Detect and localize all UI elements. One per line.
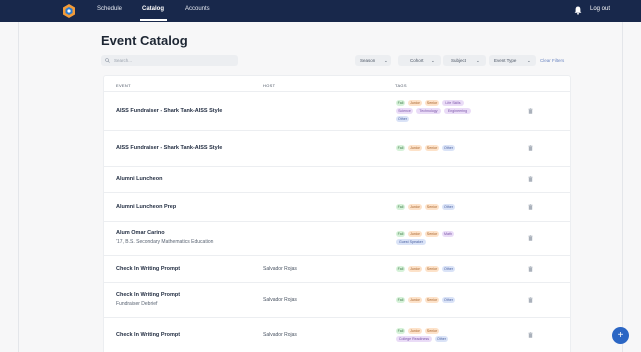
trash-icon[interactable] xyxy=(528,265,533,272)
tag-chip: Fall xyxy=(396,296,405,303)
row-divider xyxy=(103,255,571,256)
column-header-host: HOST xyxy=(263,83,276,88)
tag-chip: Other xyxy=(442,265,455,272)
right-divider xyxy=(622,22,623,352)
tag-chip: Other xyxy=(442,203,455,210)
app-logo-icon[interactable] xyxy=(62,4,76,18)
trash-icon[interactable] xyxy=(528,203,533,210)
column-header-tags: TAGS xyxy=(395,83,407,88)
cohort-filter[interactable]: Cohort ⌄ xyxy=(398,55,441,66)
tag-chip: Senior xyxy=(425,203,439,210)
event-type-filter[interactable]: Event Type ⌄ xyxy=(489,55,536,66)
cohort-filter-label: Cohort xyxy=(410,58,424,63)
subject-filter-label: Subject xyxy=(451,58,467,63)
season-filter[interactable]: Season ⌄ xyxy=(355,55,391,66)
row-divider xyxy=(103,166,571,167)
event-type-filter-label: Event Type xyxy=(494,58,517,63)
chevron-down-icon: ⌄ xyxy=(384,58,388,63)
notification-bell-icon[interactable] xyxy=(574,6,582,15)
nav-schedule[interactable]: Schedule xyxy=(97,6,122,12)
event-subtitle: Fundraiser Debrief xyxy=(116,300,158,307)
event-table-card xyxy=(103,75,571,352)
event-name[interactable]: AISS Fundraiser - Shark Tank-AISS Style xyxy=(116,145,222,151)
chevron-down-icon: ⌄ xyxy=(431,58,435,63)
nav-catalog[interactable]: Catalog xyxy=(142,6,164,12)
column-header-event: EVENT xyxy=(116,83,131,88)
trash-icon[interactable] xyxy=(528,235,533,241)
event-name[interactable]: Alumni Luncheon Prep xyxy=(116,204,176,210)
chevron-down-icon: ⌄ xyxy=(476,58,480,63)
page-title: Event Catalog xyxy=(101,33,188,48)
tag-chip: Senior xyxy=(425,265,439,272)
tag-chip: Other xyxy=(435,335,448,342)
row-divider xyxy=(103,282,571,283)
tag-chip: Fall xyxy=(396,265,405,272)
tag-chip: Math xyxy=(442,231,454,237)
tag-chip: Science xyxy=(396,108,413,114)
row-divider xyxy=(103,192,571,193)
event-host: Salvador Rojas xyxy=(263,296,297,303)
event-subtitle: '17, B.S. Secondary Mathematics Educatio… xyxy=(116,239,214,245)
table-header-divider xyxy=(103,91,571,92)
event-name[interactable]: Check In Writing Prompt xyxy=(116,292,180,298)
tag-chip: Fall xyxy=(396,203,405,210)
tag-chip: Fall xyxy=(396,231,405,237)
trash-icon[interactable] xyxy=(528,296,533,303)
tag-chip: Junior xyxy=(408,265,422,272)
tag-chip: Junior xyxy=(408,100,422,106)
tag-chip: Other xyxy=(442,145,455,151)
add-event-button[interactable]: + xyxy=(612,327,629,344)
tag-chip: Senior xyxy=(425,100,439,106)
tag-chip: Other xyxy=(396,116,409,122)
tag-chip: Senior xyxy=(425,231,439,237)
event-name[interactable]: AISS Fundraiser - Shark Tank-AISS Style xyxy=(116,108,222,114)
tag-chip: Junior xyxy=(408,203,422,210)
tag-chip: Guest Speaker xyxy=(396,239,426,245)
tag-chip: Senior xyxy=(425,145,439,151)
tag-chip: Fall xyxy=(396,145,405,151)
trash-icon[interactable] xyxy=(528,176,533,182)
tag-chip: Senior xyxy=(425,327,439,334)
tag-chip: Junior xyxy=(408,327,422,334)
chevron-down-icon: ⌄ xyxy=(527,58,531,63)
event-name[interactable]: Alum Omar Carino xyxy=(116,230,165,236)
season-filter-label: Season xyxy=(360,58,376,63)
tag-chip: Other xyxy=(442,296,455,303)
trash-icon[interactable] xyxy=(528,108,533,114)
clear-filters-link[interactable]: Clear Filters xyxy=(540,58,564,63)
tag-chip: Junior xyxy=(408,296,422,303)
tag-chip: College Readiness xyxy=(396,335,432,342)
left-divider xyxy=(18,22,19,352)
logout-link[interactable]: Log out xyxy=(590,6,610,12)
tag-chip: Junior xyxy=(408,231,422,237)
event-name[interactable]: Check In Writing Prompt xyxy=(116,332,180,338)
subject-filter[interactable]: Subject ⌄ xyxy=(443,55,486,66)
search-input[interactable]: Search... xyxy=(101,55,238,66)
tag-chip: Engineering xyxy=(444,108,471,114)
nav-active-indicator xyxy=(140,19,167,21)
trash-icon[interactable] xyxy=(528,331,533,338)
tag-chip: Fall xyxy=(396,327,405,334)
trash-icon[interactable] xyxy=(528,145,533,151)
event-host: Salvador Rojas xyxy=(263,331,297,338)
event-name[interactable]: Alumni Luncheon xyxy=(116,176,162,182)
event-name[interactable]: Check In Writing Prompt xyxy=(116,266,180,272)
nav-accounts[interactable]: Accounts xyxy=(185,6,210,12)
row-divider xyxy=(103,221,571,222)
search-icon xyxy=(105,58,110,63)
tag-chip: Fall xyxy=(396,100,405,106)
row-divider xyxy=(103,317,571,318)
event-host: Salvador Rojas xyxy=(263,265,297,272)
tag-chip: Junior xyxy=(408,145,422,151)
tag-chip: Senior xyxy=(425,296,439,303)
tag-chip: Technology xyxy=(416,108,441,114)
tag-chip: Life Skills xyxy=(442,100,464,106)
row-divider xyxy=(103,130,571,131)
